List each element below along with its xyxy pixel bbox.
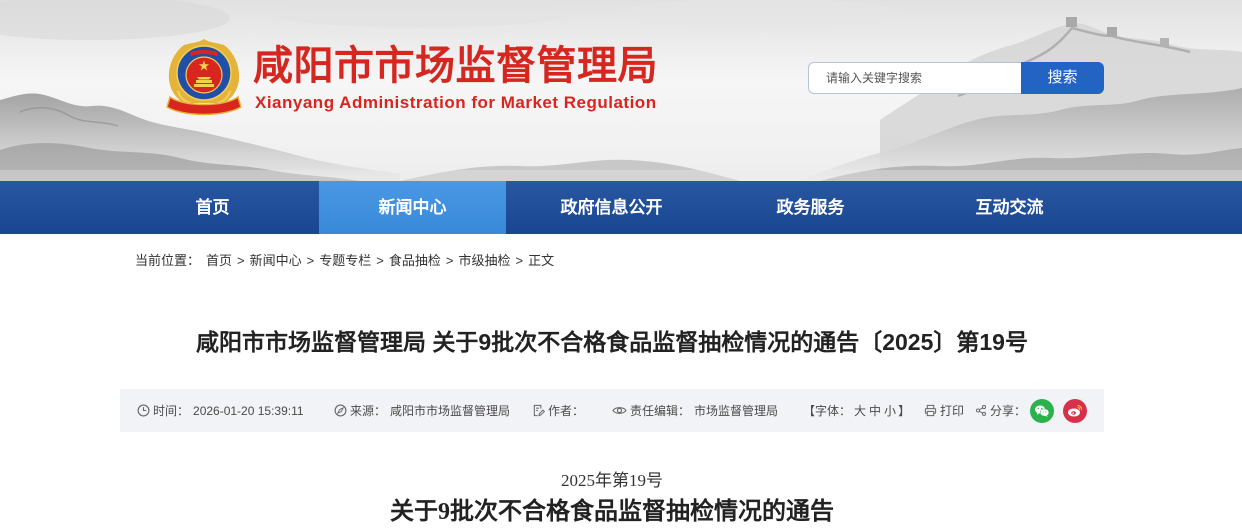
main-content: 当前位置： 首页 > 新闻中心 > 专题专栏 > 食品抽检 > 市级抽检 > 正… bbox=[120, 234, 1104, 529]
source-value: 咸阳市市场监督管理局 bbox=[390, 404, 511, 418]
breadcrumb-prefix: 当前位置： bbox=[135, 253, 201, 268]
breadcrumb-item-news-center[interactable]: 新闻中心 bbox=[250, 252, 302, 270]
print-label: 打印 bbox=[940, 404, 965, 418]
share-wechat-button[interactable] bbox=[1030, 399, 1054, 423]
edit-icon bbox=[533, 404, 545, 417]
search-button[interactable]: 搜索 bbox=[1021, 62, 1104, 94]
font-size-bracket-close: 】 bbox=[898, 404, 911, 418]
site-title[interactable]: 咸阳市市场监督管理局 bbox=[253, 42, 658, 90]
breadcrumb-separator: > bbox=[376, 253, 384, 268]
breadcrumb-item-city-sampling[interactable]: 市级抽检 bbox=[458, 252, 510, 270]
font-size-switcher: 【字体： 大 中 小 】 bbox=[803, 389, 910, 432]
publish-time-label: 时间： bbox=[153, 404, 190, 418]
font-size-small[interactable]: 小 bbox=[884, 402, 896, 419]
breadcrumb-separator: > bbox=[515, 253, 524, 268]
document-number: 2025年第19号 bbox=[561, 471, 663, 490]
search-input[interactable] bbox=[808, 62, 1021, 94]
clock-icon bbox=[137, 404, 150, 417]
compass-icon bbox=[334, 404, 347, 417]
article-source: 来源： 咸阳市市场监督管理局 bbox=[334, 389, 510, 432]
wechat-icon bbox=[1030, 399, 1054, 423]
article-title: 咸阳市市场监督管理局 关于9批次不合格食品监督抽检情况的通告〔2025〕第19号 bbox=[196, 329, 1028, 355]
share-group: 分享： bbox=[975, 389, 1026, 432]
breadcrumb-item-special-topics[interactable]: 专题专栏 bbox=[319, 252, 371, 270]
site-subtitle: Xianyang Administration for Market Regul… bbox=[255, 93, 657, 112]
main-nav: 首页 新闻中心 政府信息公开 政务服务 互动交流 bbox=[0, 181, 1242, 234]
font-size-medium[interactable]: 中 bbox=[869, 402, 881, 419]
breadcrumb-item-home[interactable]: 首页 bbox=[206, 252, 232, 270]
breadcrumb-separator: > bbox=[237, 253, 245, 268]
print-button[interactable]: 打印 bbox=[924, 389, 964, 432]
publish-time-value: 2026-01-20 15:39:11 bbox=[193, 403, 304, 418]
print-icon bbox=[924, 404, 937, 417]
nav-item-home[interactable]: 首页 bbox=[119, 181, 306, 234]
eye-icon bbox=[612, 407, 627, 414]
share-icon bbox=[975, 405, 987, 416]
font-size-large[interactable]: 大 bbox=[854, 402, 866, 419]
breadcrumb-separator: > bbox=[445, 253, 454, 268]
breadcrumb: 当前位置： 首页 > 新闻中心 > 专题专栏 > 食品抽检 > 市级抽检 > 正… bbox=[135, 252, 554, 270]
site-header: 咸阳市市场监督管理局 Xianyang Administration for M… bbox=[0, 0, 1242, 181]
article-meta-bar: 时间： 2026-01-20 15:39:11 来源： 咸阳市市场监督管理局 作… bbox=[120, 389, 1104, 432]
font-size-label: 【字体： bbox=[803, 404, 852, 418]
publish-time: 时间： 2026-01-20 15:39:11 bbox=[137, 389, 304, 432]
market-regulation-emblem-icon bbox=[166, 39, 242, 116]
share-label: 分享： bbox=[990, 404, 1027, 418]
editor-label: 责任编辑： bbox=[630, 404, 691, 418]
nav-item-interaction[interactable]: 互动交流 bbox=[916, 181, 1103, 234]
nav-item-news-center[interactable]: 新闻中心 bbox=[319, 181, 506, 234]
breadcrumb-separator: > bbox=[306, 253, 315, 268]
article-author: 作者： bbox=[532, 389, 584, 432]
document-heading: 关于9批次不合格食品监督抽检情况的通告 bbox=[390, 499, 834, 525]
author-label: 作者： bbox=[548, 404, 585, 418]
nav-item-government-disclosure[interactable]: 政府信息公开 bbox=[518, 181, 705, 234]
responsible-editor: 责任编辑： 市场监督管理局 bbox=[612, 389, 778, 432]
search-box: 搜索 bbox=[808, 62, 1104, 94]
site-emblem-logo[interactable] bbox=[166, 37, 242, 117]
breadcrumb-item-current: 正文 bbox=[528, 253, 555, 268]
share-weibo-button[interactable] bbox=[1063, 399, 1087, 423]
weibo-icon bbox=[1063, 399, 1087, 423]
breadcrumb-item-food-sampling[interactable]: 食品抽检 bbox=[389, 252, 441, 270]
editor-value: 市场监督管理局 bbox=[694, 404, 779, 418]
nav-item-government-services[interactable]: 政务服务 bbox=[717, 181, 904, 234]
source-label: 来源： bbox=[350, 404, 387, 418]
